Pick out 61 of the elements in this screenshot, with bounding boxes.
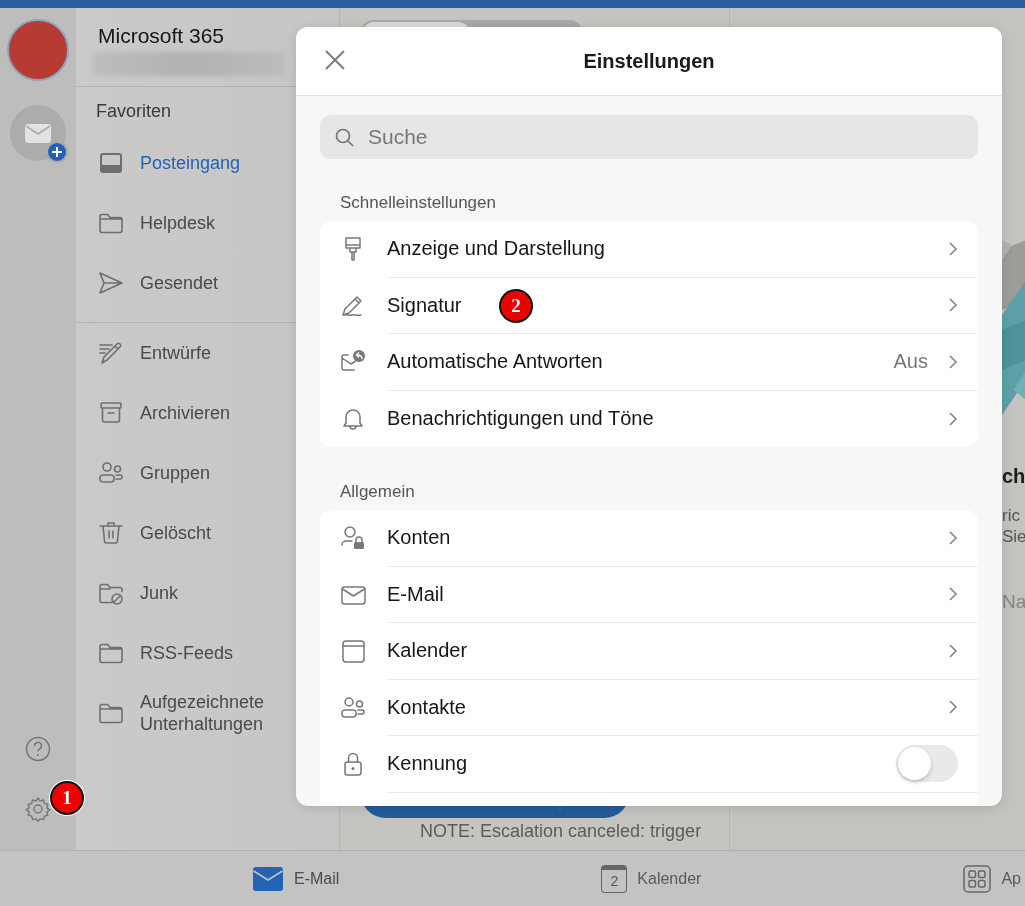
chevron-right-icon	[948, 586, 958, 603]
section-heading: Schnelleinstellungen	[339, 192, 497, 214]
plus-icon	[46, 141, 68, 163]
setting-value: Aus	[893, 350, 928, 374]
folder-item[interactable]: RSS-Feeds	[76, 623, 339, 683]
folder-item[interactable]: Entwürfe	[76, 323, 339, 383]
pencil-icon	[98, 340, 124, 366]
setting-label[interactable]: Konten	[387, 526, 451, 550]
account-title: Microsoft 365	[98, 24, 226, 48]
chevron-right-icon	[948, 410, 958, 427]
people-icon	[340, 694, 368, 721]
folder-item[interactable]: Archivieren	[76, 383, 339, 443]
setting-label[interactable]: Kalender	[387, 639, 468, 663]
step-badge: 1	[50, 781, 84, 815]
setting-label[interactable]: Kennung	[387, 752, 468, 776]
message-preview: NOTE: Escalation canceled: trigger	[419, 820, 703, 843]
chevron-right-icon	[948, 297, 958, 314]
step-badge: 2	[499, 288, 533, 323]
message-text: ric	[1002, 505, 1021, 526]
setting-label[interactable]: Anzeige und Darstellung	[387, 237, 605, 261]
setting-label[interactable]: Signatur	[387, 293, 462, 317]
setting-label[interactable]: Kontakte	[387, 695, 466, 719]
folder-item[interactable]: Gelöscht	[76, 503, 339, 563]
dialog-title: Einstellungen	[583, 49, 715, 73]
section-heading: Allgemein	[339, 481, 416, 503]
search-icon	[335, 127, 354, 147]
add-account-button[interactable]	[10, 105, 66, 161]
folder-item[interactable]: Helpdesk	[76, 193, 339, 253]
chevron-right-icon	[948, 353, 958, 370]
chevron-right-icon	[948, 240, 958, 257]
tab[interactable]: 2 Kalender	[601, 864, 702, 893]
trash-icon	[98, 520, 124, 546]
folder-item[interactable]: Gruppen	[76, 443, 339, 503]
calendar-icon	[340, 638, 368, 665]
send-icon	[98, 270, 124, 296]
chevron-right-icon	[948, 642, 958, 659]
folder-item[interactable]: Gesendet	[76, 253, 339, 313]
section-heading: Favoriten	[95, 100, 173, 122]
folder-item[interactable]: Aufgezeichnete Unterhaltungen	[76, 683, 339, 743]
close-icon[interactable]	[324, 49, 346, 71]
people-icon	[98, 460, 124, 486]
chevron-right-icon	[948, 529, 958, 546]
message-heading: ch	[1002, 464, 1025, 488]
grid-icon	[963, 864, 992, 893]
setting-label[interactable]: E-Mail	[387, 582, 444, 606]
setting-label[interactable]: Benachrichtigungen und Töne	[387, 407, 654, 431]
envelope-icon	[252, 865, 284, 892]
folder-item[interactable]: Junk	[76, 563, 339, 623]
settings-icon[interactable]	[25, 796, 51, 822]
inbox-icon	[98, 150, 124, 176]
archive-icon	[98, 400, 124, 426]
envelope-icon	[24, 121, 52, 145]
calendar-icon: 2	[601, 864, 628, 893]
message-text: Sie	[1002, 526, 1025, 547]
toggle-switch[interactable]	[896, 745, 958, 783]
setting-label[interactable]: Automatische Antworten	[387, 350, 603, 374]
tab[interactable]: Ap	[963, 864, 1021, 893]
tab[interactable]: E-Mail	[252, 865, 340, 892]
search-field[interactable]: Suche	[320, 115, 978, 159]
chevron-right-icon	[948, 699, 958, 716]
help-icon[interactable]	[25, 736, 51, 762]
